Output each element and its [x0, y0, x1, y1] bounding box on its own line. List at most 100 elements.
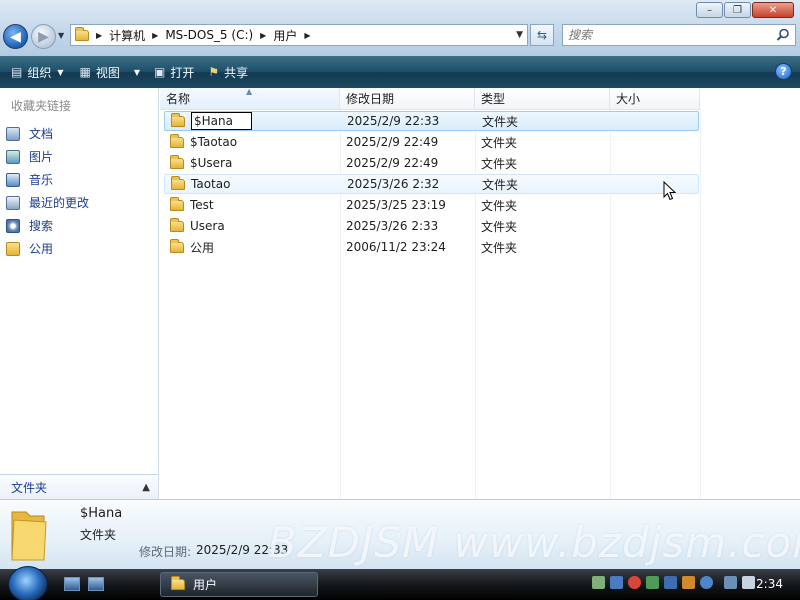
file-row[interactable]: Usera 2025/3/26 2:33 文件夹: [164, 216, 699, 236]
column-header-label: 类型: [481, 92, 506, 106]
sort-ascending-icon: ▲: [246, 87, 253, 96]
file-row[interactable]: $Usera 2025/2/9 22:49 文件夹: [164, 153, 699, 173]
open-button[interactable]: ▣ 打开: [149, 60, 199, 84]
file-name-cell[interactable]: Test: [170, 196, 214, 212]
file-row[interactable]: $Taotao 2025/2/9 22:49 文件夹: [164, 132, 699, 152]
file-name-cell[interactable]: Taotao: [171, 175, 230, 191]
file-type: 文件夹: [481, 135, 518, 150]
column-header-date[interactable]: 修改日期: [340, 88, 475, 110]
file-name-cell[interactable]: Usera: [170, 217, 225, 233]
chevron-down-icon: ▼: [57, 67, 64, 77]
chevron-right-icon[interactable]: ▶: [96, 31, 102, 40]
rename-text: $Hana: [194, 114, 233, 128]
views-label: 视图: [95, 65, 120, 80]
maximize-button[interactable]: ❐: [724, 2, 751, 18]
nav-link-music[interactable]: 音乐: [6, 168, 89, 191]
app-tray-icon[interactable]: [646, 576, 659, 589]
recent-pages-dropdown[interactable]: ▼: [58, 31, 64, 40]
music-icon: [6, 172, 20, 187]
switch-windows-icon[interactable]: [88, 577, 104, 591]
share-label: 共享: [224, 65, 249, 80]
nav-link-documents[interactable]: 文档: [6, 122, 89, 145]
chevron-right-icon[interactable]: ▶: [152, 31, 158, 40]
search-input[interactable]: [568, 26, 768, 44]
organize-menu-button[interactable]: ▤ 组织 ▼: [6, 60, 69, 84]
nav-link-recent-changes[interactable]: 最近的更改: [6, 191, 89, 214]
close-button[interactable]: ✕: [752, 2, 794, 18]
file-name: Usera: [190, 219, 225, 233]
search-icon[interactable]: [776, 28, 790, 42]
file-name: Test: [190, 198, 214, 212]
volume-icon[interactable]: [742, 576, 755, 589]
refresh-button[interactable]: ⇆: [530, 24, 554, 46]
breadcrumb-computer[interactable]: 计算机: [109, 27, 145, 44]
file-row[interactable]: Test 2025/3/25 23:19 文件夹: [164, 195, 699, 215]
share-button[interactable]: ⚑ 共享: [203, 60, 253, 84]
organize-icon: ▤: [11, 65, 23, 79]
column-header-size[interactable]: 大小: [610, 88, 700, 110]
folder-icon: [170, 133, 184, 148]
file-row[interactable]: 公用 2006/11/2 23:24 文件夹: [164, 237, 699, 257]
rename-input[interactable]: $Hana: [191, 112, 252, 130]
folder-icon: [170, 196, 184, 211]
window-titlebar: – ❐ ✕ ◀ ▶ ▼ ▶ 计算机 ▶ MS-DOS_5 (C:) ▶ 用户 ▶…: [0, 0, 800, 56]
info-tray-icon[interactable]: [700, 576, 713, 589]
file-name-cell[interactable]: $Hana: [171, 112, 252, 130]
app-tray-icon[interactable]: [664, 576, 677, 589]
taskbar-clock[interactable]: 2:34: [756, 577, 783, 591]
file-row[interactable]: Taotao 2025/3/26 2:32 文件夹: [164, 174, 699, 194]
file-row[interactable]: $Hana 2025/2/9 22:33 文件夹: [164, 111, 699, 131]
window-controls: – ❐ ✕: [695, 2, 794, 18]
search-box[interactable]: [562, 24, 796, 46]
app-tray-icon[interactable]: [682, 576, 695, 589]
nav-link-label: 图片: [29, 150, 54, 164]
views-icon: ▦: [79, 65, 91, 79]
file-name-cell[interactable]: 公用: [170, 238, 215, 256]
file-type: 文件夹: [481, 198, 518, 213]
file-name: $Taotao: [190, 135, 238, 149]
security-tray-icon[interactable]: [610, 576, 623, 589]
help-button[interactable]: ?: [775, 63, 792, 80]
refresh-icon: ⇆: [536, 28, 548, 42]
taskbar-window-button[interactable]: 用户: [160, 572, 318, 597]
nav-link-pictures[interactable]: 图片: [6, 145, 89, 168]
folder-icon: [170, 238, 184, 253]
folder-icon: [171, 175, 185, 190]
file-name: 公用: [190, 240, 215, 255]
error-tray-icon[interactable]: [628, 576, 641, 589]
address-bar[interactable]: ▶ 计算机 ▶ MS-DOS_5 (C:) ▶ 用户 ▶ ▼: [70, 24, 528, 46]
start-button[interactable]: [8, 566, 48, 600]
breadcrumb-users[interactable]: 用户: [273, 27, 297, 44]
folder-large-icon: [11, 511, 47, 561]
chevron-right-icon[interactable]: ▶: [304, 31, 310, 40]
minimize-button[interactable]: –: [696, 2, 723, 18]
address-dropdown-icon[interactable]: ▼: [516, 30, 523, 40]
nav-link-searches[interactable]: 搜索: [6, 214, 89, 237]
file-name-cell[interactable]: $Usera: [170, 154, 232, 170]
network-tray-icon[interactable]: [592, 576, 605, 589]
column-header-label: 大小: [616, 92, 641, 106]
column-header-label: 修改日期: [346, 92, 395, 106]
folder-icon: [171, 112, 185, 127]
views-menu-button[interactable]: ▦ 视图 ▼: [75, 60, 146, 84]
show-desktop-icon[interactable]: [64, 577, 80, 591]
column-divider: [700, 110, 701, 499]
nav-link-public[interactable]: 公用: [6, 237, 89, 260]
recent-changes-icon: [6, 195, 20, 210]
breadcrumb-drive[interactable]: MS-DOS_5 (C:): [165, 28, 253, 42]
chevron-right-icon[interactable]: ▶: [260, 31, 266, 40]
back-button[interactable]: ◀: [3, 24, 28, 49]
search-icon: [6, 218, 20, 233]
taskbar-window-label: 用户: [193, 578, 218, 592]
arrow-right-icon: ▶: [38, 28, 49, 45]
column-header-name[interactable]: ▲ 名称: [160, 87, 340, 110]
network-status-icon[interactable]: [724, 576, 737, 589]
chevron-down-icon: ▼: [133, 67, 141, 77]
file-date: 2025/2/9 22:49: [346, 156, 439, 170]
nav-link-label: 公用: [29, 242, 54, 256]
forward-button[interactable]: ▶: [31, 24, 56, 49]
folders-toggle[interactable]: 文件夹 ▲: [0, 474, 158, 499]
favorite-links-heading: 收藏夹链接: [11, 99, 72, 113]
column-header-type[interactable]: 类型: [475, 88, 610, 110]
file-name-cell[interactable]: $Taotao: [170, 133, 238, 149]
